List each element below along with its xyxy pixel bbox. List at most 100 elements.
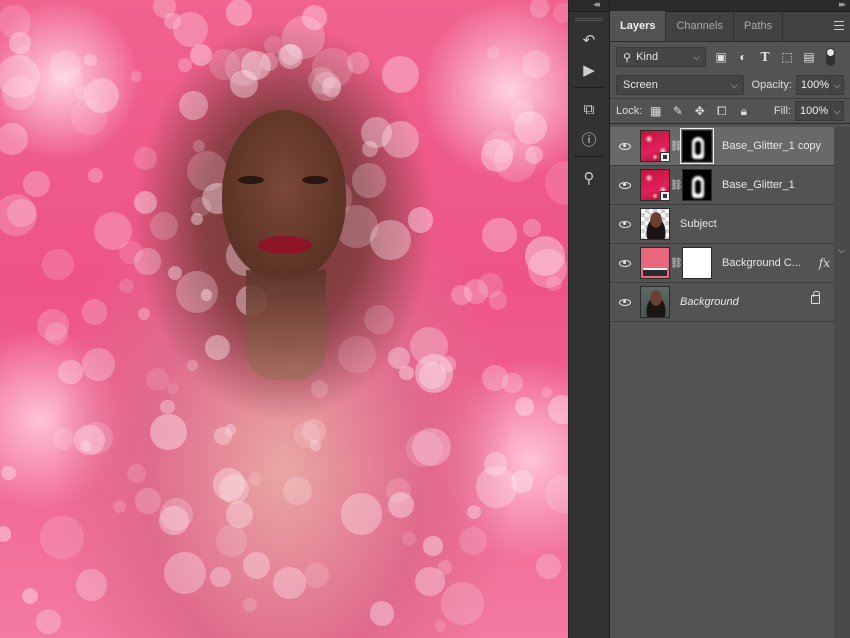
bokeh-dot: [535, 553, 562, 580]
bokeh-dot: [0, 193, 38, 236]
bokeh-dot: [42, 248, 74, 281]
bokeh-dot: [259, 52, 279, 72]
lock-image-pixels-icon[interactable]: ✎: [671, 104, 684, 118]
fill-input[interactable]: 100%: [795, 101, 830, 121]
smart-object-filter-icon[interactable]: ▤: [802, 50, 816, 64]
tab-layers[interactable]: Layers: [610, 11, 667, 41]
bokeh-dot: [225, 500, 253, 528]
layer-row[interactable]: Subject: [610, 205, 834, 244]
layer-name[interactable]: Base_Glitter_1 copy: [722, 140, 821, 152]
visibility-eye-icon[interactable]: [610, 259, 640, 267]
layer-name[interactable]: Background C...: [722, 257, 801, 269]
tab-channels[interactable]: Channels: [666, 11, 734, 41]
layer-name[interactable]: Base_Glitter_1: [722, 179, 795, 191]
expand-icon[interactable]: ▸▸: [839, 0, 846, 10]
bokeh-dot: [74, 424, 105, 456]
lock-all-icon[interactable]: 🔒︎: [737, 104, 750, 118]
layer-thumbnail[interactable]: [640, 130, 670, 162]
layer-name[interactable]: Subject: [680, 218, 717, 230]
lock-label: Lock:: [616, 105, 643, 117]
layer-row[interactable]: ⛓ Base_Glitter_1 copy: [610, 127, 834, 166]
layer-mask-thumbnail[interactable]: [682, 169, 712, 201]
bokeh-dot: [22, 587, 39, 604]
bokeh-dot: [351, 163, 387, 198]
bokeh-dot: [482, 218, 517, 253]
blend-mode-dropdown[interactable]: Screen ⌵: [616, 75, 744, 95]
layer-thumbnail[interactable]: [640, 169, 670, 201]
bokeh-dot: [214, 427, 232, 445]
bokeh-dot: [514, 396, 535, 417]
link-chain-icon[interactable]: ⛓: [670, 141, 683, 152]
bokeh-dot: [119, 278, 134, 294]
filter-toggle[interactable]: [826, 48, 835, 66]
expand-effects-chevron-icon[interactable]: ⌵: [838, 245, 845, 256]
filter-kind-label: Kind: [636, 51, 659, 63]
opacity-input[interactable]: 100%: [795, 75, 831, 95]
lock-transparent-pixels-icon[interactable]: ▦: [649, 104, 662, 118]
bokeh-dot: [200, 289, 213, 301]
bokeh-dot: [134, 147, 157, 170]
bokeh-dot: [44, 322, 68, 346]
visibility-eye-icon[interactable]: [610, 298, 640, 306]
link-chain-icon[interactable]: ⛓: [670, 258, 683, 269]
link-chain-icon[interactable]: ⛓: [670, 180, 683, 191]
bokeh-dot: [364, 304, 395, 335]
bokeh-dot: [337, 335, 376, 374]
info-icon[interactable]: ⓘ: [574, 126, 604, 152]
panel-menu-icon[interactable]: [834, 21, 844, 30]
layers-scrollbar[interactable]: ⌵: [834, 127, 850, 638]
dock-grip[interactable]: [575, 18, 603, 21]
layer-thumbnail[interactable]: [640, 208, 670, 240]
lock-artboard-icon[interactable]: ⧠: [715, 104, 728, 118]
bokeh-dot: [242, 598, 257, 613]
panel-tabs: Layers Channels Paths: [610, 11, 850, 42]
fill-layer-thumbnail[interactable]: [640, 247, 670, 279]
layer-thumbnail[interactable]: [640, 286, 670, 318]
bokeh-dot: [487, 46, 500, 59]
lock-position-icon[interactable]: ✥: [693, 104, 706, 118]
tab-paths[interactable]: Paths: [734, 11, 784, 41]
opacity-dropdown-icon[interactable]: ⌵: [830, 75, 844, 95]
layer-mask-thumbnail[interactable]: [682, 247, 712, 279]
bokeh-dot: [514, 110, 548, 144]
visibility-eye-icon[interactable]: [610, 181, 640, 189]
layer-row[interactable]: ⛓ Base_Glitter_1: [610, 166, 834, 205]
fill-dropdown-icon[interactable]: ⌵: [830, 101, 844, 121]
bokeh-dot: [401, 531, 417, 547]
smart-object-badge-icon: [660, 191, 670, 201]
layer-name[interactable]: Background: [680, 296, 739, 308]
bokeh-dot: [193, 139, 206, 152]
bokeh-dot: [134, 487, 161, 514]
bokeh-dot: [167, 383, 179, 394]
opacity-label: Opacity:: [751, 79, 792, 91]
layer-row[interactable]: Background: [610, 283, 834, 322]
visibility-eye-icon[interactable]: [610, 220, 640, 228]
3d-layers-icon[interactable]: ⧉: [574, 96, 604, 122]
clone-source-icon[interactable]: ⚲: [574, 165, 604, 191]
image-filter-icon[interactable]: ▣: [714, 50, 728, 64]
bokeh-dot: [510, 470, 534, 494]
shape-filter-icon[interactable]: ⬚: [780, 50, 794, 64]
bokeh-dot: [40, 515, 84, 560]
filter-kind-dropdown[interactable]: ⚲ Kind ⌵: [616, 47, 706, 67]
bokeh-dot: [434, 620, 447, 632]
portrait-neck: [246, 270, 326, 380]
bokeh-dot: [415, 566, 445, 597]
bokeh-dot: [167, 265, 183, 280]
bokeh-dot: [529, 0, 549, 18]
layer-effects-icon[interactable]: fx: [819, 256, 830, 270]
portrait-eye-right: [302, 176, 328, 184]
type-filter-icon[interactable]: T: [758, 50, 772, 64]
portrait-lips: [258, 236, 312, 254]
visibility-eye-icon[interactable]: [610, 142, 640, 150]
adjustment-filter-icon[interactable]: ◐: [736, 50, 750, 64]
bokeh-dot: [502, 372, 523, 394]
collapse-icon[interactable]: ◂◂: [593, 0, 600, 10]
layer-mask-thumbnail[interactable]: [680, 128, 714, 164]
smart-object-badge-icon: [660, 152, 670, 162]
document-canvas[interactable]: [0, 0, 568, 638]
bokeh-dot: [84, 53, 97, 67]
layer-row[interactable]: ⛓ Background C... fx: [610, 244, 834, 283]
play-icon[interactable]: ▶: [574, 57, 604, 83]
history-icon[interactable]: ↶: [574, 27, 604, 53]
